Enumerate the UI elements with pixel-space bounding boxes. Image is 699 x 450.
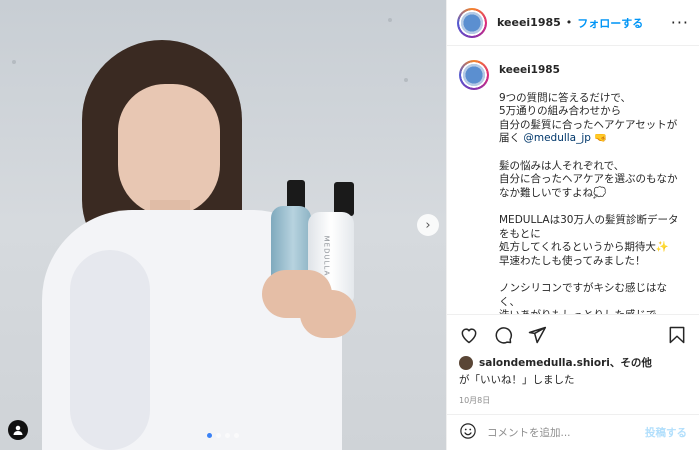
chevron-right-icon: › xyxy=(425,217,431,233)
bookmark-icon[interactable] xyxy=(667,325,687,345)
photo-shirt-shade xyxy=(70,250,150,450)
likes-summary: salondemedulla.shiori、その他 xyxy=(447,355,699,370)
tagged-users-button[interactable] xyxy=(8,420,28,440)
wall-detail xyxy=(388,18,392,22)
caption-paragraph-3: MEDULLAは30万人の髪質診断データをもとに 処方してくれるというから期待大… xyxy=(499,214,679,267)
post-header: keeei1985 • フォローする ··· xyxy=(447,0,699,46)
post-side-panel: keeei1985 • フォローする ··· keeei1985 9つの質問に答… xyxy=(446,0,699,450)
caption-body: keeei1985 9つの質問に答えるだけで、 5万通りの組み合わせから 自分の… xyxy=(499,60,687,314)
comment-input[interactable] xyxy=(487,426,635,439)
carousel-dot-active xyxy=(207,433,212,438)
post-media[interactable]: MEDULLA › xyxy=(0,0,446,450)
post-dialog: MEDULLA › keeei1985 • フォローする ··· keeei19… xyxy=(0,0,699,450)
caption-username[interactable]: keeei1985 xyxy=(499,64,687,78)
comment-icon[interactable] xyxy=(493,325,513,345)
caption-paragraph-4: ノンシリコンですがキシむ感じはなく、 洗いあがりもしっとりした感じで... xyxy=(499,282,667,315)
pointing-icon: 🤜 xyxy=(594,132,608,144)
heart-icon[interactable] xyxy=(459,325,479,345)
likes-others[interactable]: 、その他 xyxy=(610,357,652,369)
caption-avatar[interactable] xyxy=(459,60,489,90)
emoji-icon[interactable] xyxy=(459,422,477,444)
liker-avatar xyxy=(459,355,473,370)
person-icon xyxy=(13,425,23,435)
author-username[interactable]: keeei1985 xyxy=(497,16,561,29)
wall-detail xyxy=(404,78,408,82)
caption-area: keeei1985 9つの質問に答えるだけで、 5万通りの組み合わせから 自分の… xyxy=(447,46,699,315)
bottle-pump-white xyxy=(334,182,354,216)
caption-paragraph-2: 髪の悩みは人それぞれで、 自分に合ったヘアケアを選ぶのもなかなか難しいですよね💭 xyxy=(499,159,678,199)
photo-right-hand xyxy=(300,290,356,338)
next-photo-button[interactable]: › xyxy=(417,214,439,236)
mention-link[interactable]: @medulla_jp xyxy=(523,132,591,144)
post-comment-button[interactable]: 投稿する xyxy=(645,425,687,440)
header-separator: • xyxy=(565,16,573,29)
photo-face xyxy=(118,84,220,216)
carousel-dot xyxy=(216,433,221,438)
avatar[interactable] xyxy=(457,7,487,38)
carousel-indicator xyxy=(0,433,446,438)
liker-username[interactable]: salondemedulla.shiori xyxy=(479,357,610,369)
post-date[interactable]: 10月8日 xyxy=(447,387,699,414)
more-options-icon[interactable]: ··· xyxy=(671,13,689,32)
follow-button[interactable]: フォローする xyxy=(577,15,643,31)
comment-box: 投稿する xyxy=(447,414,699,450)
caption-paragraph-1: 9つの質問に答えるだけで、 5万通りの組み合わせから 自分の髪質に合ったヘアケア… xyxy=(499,92,687,146)
action-bar xyxy=(447,315,699,355)
likes-suffix: が「いいね！」しました xyxy=(459,374,575,386)
share-icon[interactable] xyxy=(527,325,547,345)
carousel-dot xyxy=(225,433,230,438)
carousel-dot xyxy=(234,433,239,438)
bottle-label: MEDULLA xyxy=(322,235,331,277)
wall-detail xyxy=(12,60,16,64)
